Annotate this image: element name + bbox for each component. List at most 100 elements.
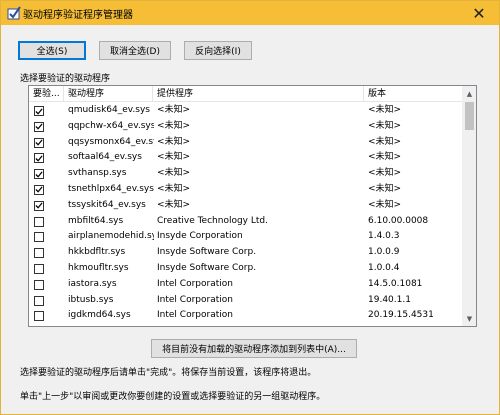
deselect-all-button[interactable]: 取消全选(D)	[99, 41, 171, 60]
version-cell: 6.10.00.0008	[368, 215, 429, 226]
close-button[interactable]: ✕	[459, 1, 499, 25]
table-row[interactable]: igdkmd64.sys Intel Corporation 20.19.15.45…	[29, 308, 462, 324]
checkmark-icon	[35, 107, 43, 115]
column-header-provider[interactable]: 提供程序	[153, 86, 364, 102]
add-unloaded-drivers-button[interactable]: 将目前没有加载的驱动程序添加到列表中(A)...	[151, 339, 357, 358]
table-row[interactable]: netwbw02.sysIntel Corporation 18.33.3.1	[29, 324, 462, 326]
version-cell: 14.5.0.1081	[368, 278, 423, 289]
provider-cell: Insyde Corporation	[157, 231, 243, 242]
checkmark-icon	[35, 155, 43, 162]
verify-checkbox[interactable]	[34, 121, 44, 132]
window-title: 驱动程序验证程序管理器	[23, 10, 133, 21]
info-text-finish: 选择要验证的驱动程序后请单击"完成"。将保存当前设置，该程序将退出。	[20, 368, 317, 378]
table-row[interactable]: hkkbdfltr.sys Insyde Software Corp. 1.0.0.…	[29, 245, 462, 261]
checkmark-app-icon	[7, 6, 21, 20]
version-cell: 20.19.15.4531	[368, 310, 434, 321]
driver-name-cell: iastora.sys	[68, 278, 117, 289]
provider-cell: Intel Corporation	[157, 278, 233, 289]
vertical-scrollbar[interactable]: ▲ ▼	[462, 86, 476, 326]
provider-cell: Insyde Software Corp.	[157, 262, 257, 273]
driver-name-cell: qqpchw-x64_ev.sys	[68, 120, 154, 131]
table-row[interactable]: tsnethlpx64_ev.sys <未知> <未知>	[29, 182, 462, 198]
scroll-thumb[interactable]	[465, 102, 474, 130]
driver-name-cell: ibtusb.sys	[68, 294, 114, 305]
verify-checkbox[interactable]	[34, 169, 44, 180]
table-row[interactable]: ibtusb.sys Intel Corporation 19.40.1.1	[29, 293, 462, 309]
verify-checkbox[interactable]	[34, 153, 44, 164]
provider-cell: Insyde Software Corp.	[157, 247, 257, 258]
driver-name-cell: tsnethlpx64_ev.sys	[68, 183, 154, 194]
column-header-driver[interactable]: 驱动程序	[64, 86, 153, 102]
verify-checkbox[interactable]	[34, 248, 44, 259]
invert-selection-button[interactable]: 反向选择(I)	[184, 41, 252, 60]
provider-cell: <未知>	[157, 168, 191, 179]
provider-cell: <未知>	[157, 105, 191, 115]
version-cell: 19.40.1.1	[368, 294, 411, 305]
table-row[interactable]: mbfilt64.sys Creative Technology Ltd. 6.10…	[29, 214, 462, 230]
verify-checkbox[interactable]	[34, 232, 44, 243]
verify-checkbox[interactable]	[34, 184, 44, 195]
table-row[interactable]: softaal64_ev.sys <未知> <未知>	[29, 150, 462, 166]
verify-checkbox[interactable]	[34, 106, 44, 116]
driver-name-cell: hkmoufltr.sys	[68, 262, 129, 273]
verify-checkbox[interactable]	[34, 137, 44, 148]
verify-checkbox[interactable]	[34, 216, 44, 227]
verify-checkbox[interactable]	[34, 279, 44, 290]
provider-cell: <未知>	[157, 183, 191, 194]
checkmark-icon	[35, 123, 43, 130]
version-cell: 1.0.0.4	[368, 262, 400, 273]
provider-cell: Intel Corporation	[157, 324, 362, 326]
select-all-button[interactable]: 全选(S)	[18, 41, 86, 60]
table-row[interactable]: iastora.sys Intel Corporation 14.5.0.1081	[29, 277, 462, 293]
provider-cell: <未知>	[157, 120, 191, 131]
list-header: 要验... 驱动程序 提供程序 版本	[29, 86, 462, 102]
table-row[interactable]: svthansp.sys <未知> <未知>	[29, 166, 462, 182]
scroll-up-icon[interactable]: ▲	[462, 86, 476, 101]
table-row[interactable]: airplanemodehid.sys Insyde Corporation 1.4…	[29, 229, 462, 245]
version-cell: <未知>	[368, 199, 402, 210]
driver-name-cell: netwbw02.sys	[68, 324, 154, 326]
verify-checkbox[interactable]	[34, 263, 44, 274]
driver-name-cell: tssyskit64_ev.sys	[68, 199, 146, 210]
driver-name-cell: qmudisk64_ev.sys	[68, 105, 150, 115]
title-bar: 驱动程序验证程序管理器 ✕	[1, 1, 499, 25]
provider-cell: <未知>	[157, 152, 191, 163]
table-row[interactable]: qmudisk64_ev.sys <未知> <未知>	[29, 103, 462, 119]
scroll-down-icon[interactable]: ▼	[462, 311, 476, 326]
close-icon: ✕	[472, 3, 486, 23]
provider-cell: <未知>	[157, 136, 191, 147]
checkmark-icon	[35, 139, 43, 146]
provider-cell: Creative Technology Ltd.	[157, 215, 268, 226]
table-row[interactable]: qqsysmonx64_ev.sys <未知> <未知>	[29, 135, 462, 151]
version-cell: 18.33.3.1	[368, 324, 462, 326]
version-cell: 1.4.0.3	[368, 231, 400, 242]
driver-name-cell: softaal64_ev.sys	[68, 152, 142, 163]
version-cell: <未知>	[368, 152, 402, 163]
checkmark-icon	[35, 202, 43, 209]
verify-checkbox[interactable]	[34, 200, 44, 211]
version-cell: <未知>	[368, 168, 402, 179]
checkmark-icon	[35, 186, 43, 194]
verify-checkbox[interactable]	[34, 295, 44, 306]
table-row[interactable]: hkmoufltr.sys Insyde Software Corp. 1.0.0.…	[29, 261, 462, 277]
driver-name-cell: igdkmd64.sys	[68, 310, 131, 321]
driver-name-cell: qqsysmonx64_ev.sys	[68, 136, 154, 147]
driver-list[interactable]: 要验... 驱动程序 提供程序 版本 qmudisk64_ev.sys <未知> <…	[28, 85, 477, 327]
version-cell: <未知>	[368, 120, 402, 131]
version-cell: <未知>	[368, 183, 402, 194]
version-cell: 1.0.0.9	[368, 247, 400, 258]
table-row[interactable]: tssyskit64_ev.sys <未知> <未知>	[29, 198, 462, 214]
driver-name-cell: hkkbdfltr.sys	[68, 247, 126, 258]
column-header-verify[interactable]: 要验...	[29, 86, 64, 102]
column-header-version[interactable]: 版本	[364, 86, 462, 102]
verify-checkbox[interactable]	[34, 311, 44, 322]
driver-name-cell: svthansp.sys	[68, 168, 127, 179]
provider-cell: <未知>	[157, 199, 191, 210]
list-rows: qmudisk64_ev.sys <未知> <未知> qqpchw-x64_ev.sy…	[29, 103, 462, 326]
table-row[interactable]: qqpchw-x64_ev.sys <未知> <未知>	[29, 119, 462, 135]
provider-cell: Intel Corporation	[157, 294, 233, 305]
checkmark-icon	[35, 171, 43, 178]
info-text-back: 单击"上一步"以审阅或更改你要创建的设置或选择要验证的另一组驱动程序。	[20, 392, 326, 402]
driver-name-cell: airplanemodehid.sys	[68, 231, 154, 242]
driver-list-label: 选择要验证的驱动程序	[20, 74, 111, 84]
